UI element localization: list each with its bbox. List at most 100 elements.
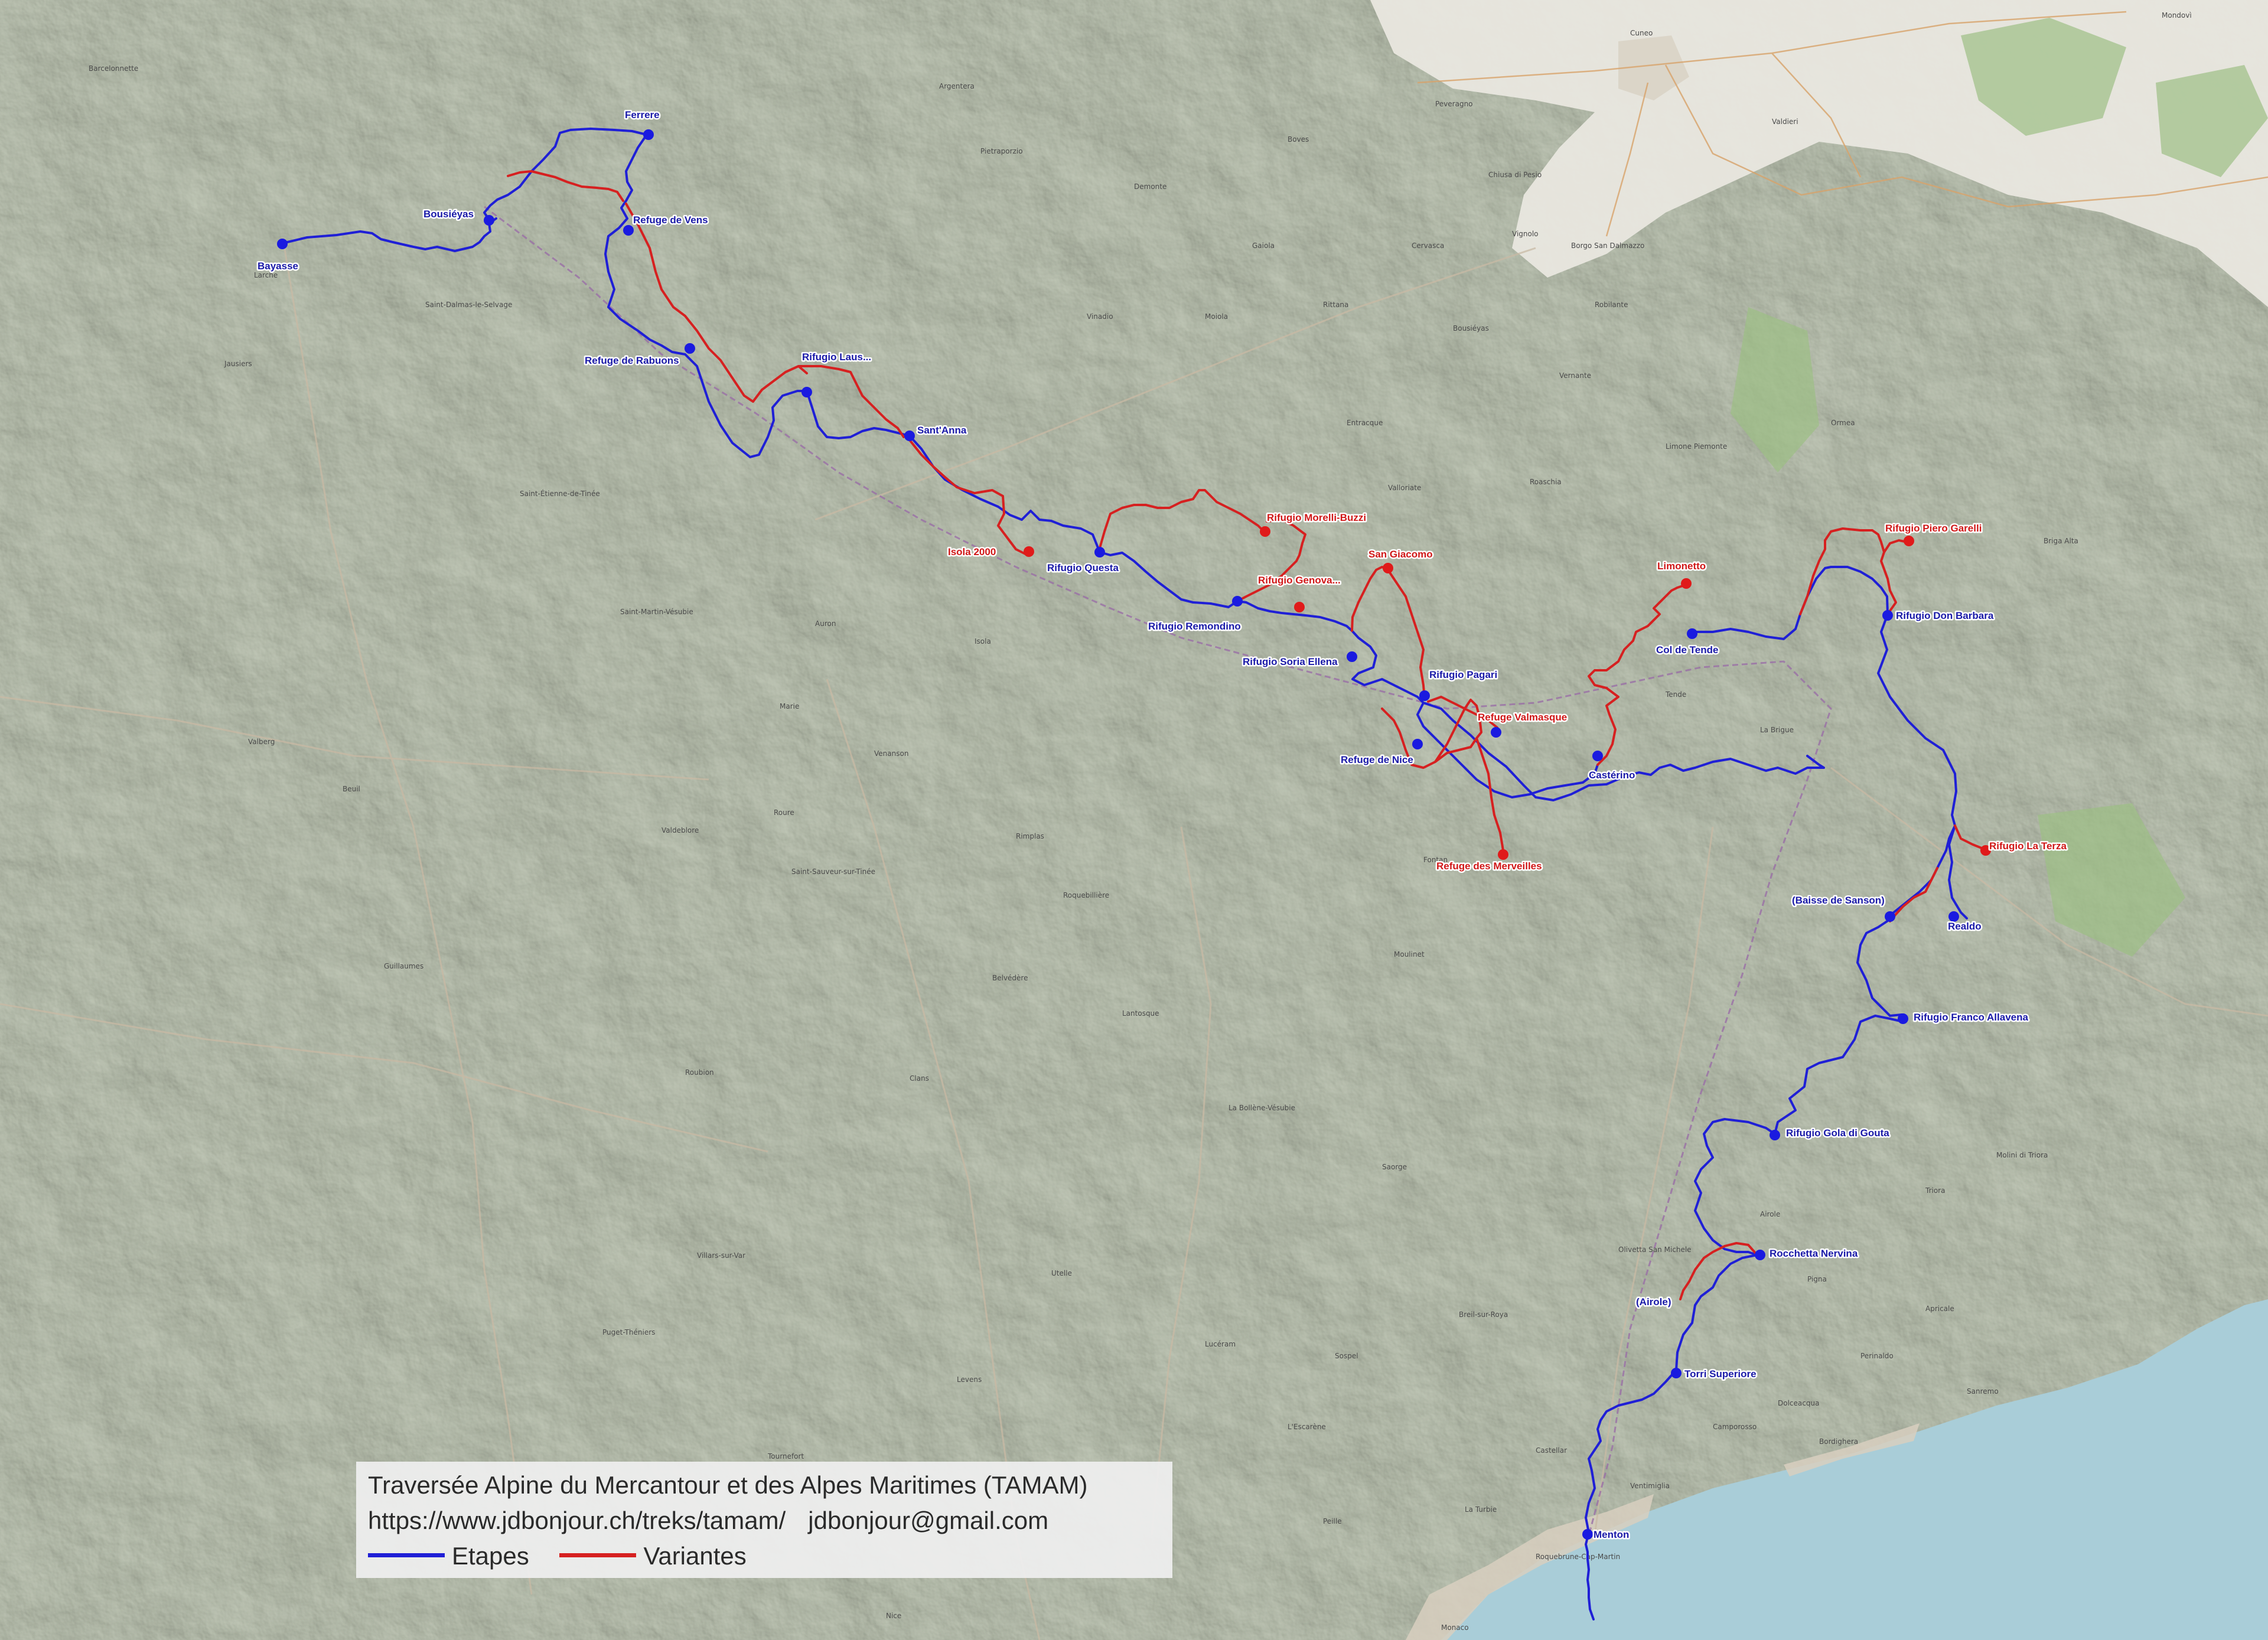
place-label: Roquebillière xyxy=(1063,891,1109,899)
marker-refuge-de-vens[interactable] xyxy=(623,225,634,236)
label-limonetto: Limonetto xyxy=(1657,560,1706,572)
place-label: Jausiers xyxy=(224,360,252,368)
place-label: Sospel xyxy=(1335,1352,1358,1360)
place-label: Castellar xyxy=(1536,1446,1567,1455)
place-label: Ventimiglia xyxy=(1630,1482,1670,1490)
marker-casterino[interactable] xyxy=(1592,751,1603,761)
place-label: Valdeblore xyxy=(662,826,699,834)
label-rocchetta-nervina: Rocchetta Nervina xyxy=(1770,1248,1858,1259)
marker-rifugio-soria-ellena[interactable] xyxy=(1347,651,1357,662)
place-label: Saint-Étienne-de-Tinée xyxy=(520,489,600,498)
legend-key-etapes: Etapes xyxy=(368,1538,529,1574)
label-airole: (Airole) xyxy=(1636,1296,1671,1308)
marker-rifugio-franco-allavena[interactable] xyxy=(1898,1013,1908,1024)
place-label: Gaiola xyxy=(1252,242,1275,250)
marker-rifugio-morelli-buzzi[interactable] xyxy=(1260,526,1270,537)
label-rifugio-genova: Rifugio Genova... xyxy=(1258,575,1341,586)
label-ferrere: Ferrere xyxy=(625,109,660,120)
label-realdo: Realdo xyxy=(1948,921,1982,932)
place-label: Puget-Théniers xyxy=(602,1328,655,1336)
place-label: Vinadio xyxy=(1087,312,1113,321)
place-label: Tournefort xyxy=(767,1452,804,1460)
place-label: Entracque xyxy=(1347,419,1383,427)
marker-isola-2000[interactable] xyxy=(1024,546,1034,557)
place-label: Vernante xyxy=(1559,371,1591,380)
marker-rifugio-piero-garelli[interactable] xyxy=(1904,536,1914,546)
place-label: Beuil xyxy=(343,785,360,793)
label-casterino: Castérino xyxy=(1589,770,1635,781)
marker-bousieyas[interactable] xyxy=(484,215,494,226)
marker-torri-superiore[interactable] xyxy=(1671,1368,1682,1378)
place-label: Airole xyxy=(1760,1210,1780,1218)
place-label: Argentera xyxy=(939,82,975,90)
place-label: Lantosque xyxy=(1122,1009,1159,1018)
place-label: Limone Piemonte xyxy=(1666,442,1727,451)
marker-rocchetta-nervina[interactable] xyxy=(1755,1250,1765,1260)
place-label: Barcelonnette xyxy=(89,64,138,73)
legend-title: Traversée Alpine du Mercantour et des Al… xyxy=(368,1471,1088,1499)
place-label: Auron xyxy=(815,620,836,628)
place-label: Villars-sur-Var xyxy=(697,1251,745,1260)
place-label: Boves xyxy=(1288,135,1309,144)
place-label: Roquebrune-Cap-Martin xyxy=(1536,1553,1620,1561)
place-label: Ormea xyxy=(1831,419,1855,427)
place-label: La Brigue xyxy=(1760,726,1794,734)
marker-refuge-de-nice[interactable] xyxy=(1412,739,1423,749)
marker-ferrere[interactable] xyxy=(643,129,654,140)
label-rifugio-don-barbara: Rifugio Don Barbara xyxy=(1896,610,1994,621)
place-label: Demonte xyxy=(1134,182,1166,191)
place-label: Moiola xyxy=(1205,312,1228,321)
place-label: Dolceacqua xyxy=(1778,1399,1819,1407)
topographic-map[interactable]: Barcelonnette Cuneo Borgo San Dalmazzo Mond… xyxy=(0,0,2268,1640)
marker-rifugio-don-barbara[interactable] xyxy=(1882,610,1893,621)
place-label: Mondovì xyxy=(2162,11,2192,19)
place-label: Utelle xyxy=(1051,1269,1072,1277)
marker-col-de-tende[interactable] xyxy=(1687,628,1697,639)
marker-bayasse[interactable] xyxy=(277,239,288,249)
marker-refuge-des-merveilles[interactable] xyxy=(1498,849,1508,860)
place-label: Venanson xyxy=(874,749,908,758)
place-label: Bousiéyas xyxy=(1453,324,1489,332)
place-label: Valdieri xyxy=(1772,118,1798,126)
marker-menton[interactable] xyxy=(1582,1529,1593,1540)
label-refuge-de-nice: Refuge de Nice xyxy=(1341,754,1413,765)
place-label: La Bollène-Vésubie xyxy=(1228,1104,1295,1112)
label-menton: Menton xyxy=(1594,1529,1629,1540)
place-label: Perinaldo xyxy=(1860,1352,1894,1360)
place-label: Pietraporzio xyxy=(980,147,1023,155)
place-label: Larche xyxy=(254,271,278,279)
place-label: Saorge xyxy=(1382,1163,1407,1171)
label-rifugio-la-terza: Rifugio La Terza xyxy=(1989,840,2067,852)
place-label: Monaco xyxy=(1441,1623,1469,1632)
place-label: Valloriate xyxy=(1388,484,1421,492)
marker-san-giacomo[interactable] xyxy=(1383,563,1393,573)
marker-rifugio-genova[interactable] xyxy=(1294,602,1305,612)
place-label: Saint-Martin-Vésubie xyxy=(620,608,693,616)
place-label: Molini di Triora xyxy=(1996,1151,2048,1159)
legend-url[interactable]: https://www.jdbonjour.ch/treks/tamam/ xyxy=(368,1507,786,1534)
label-refuge-valmasque: Refuge Valmasque xyxy=(1478,712,1567,723)
label-rifugio-soria-ellena: Rifugio Soria Ellena xyxy=(1243,656,1338,667)
label-isola-2000: Isola 2000 xyxy=(948,546,996,557)
marker-refuge-valmasque[interactable] xyxy=(1491,727,1501,738)
legend-etapes-label: Etapes xyxy=(452,1542,529,1570)
marker-rifugio-laus[interactable] xyxy=(801,387,812,397)
marker-rifugio-gola-di-gouta[interactable] xyxy=(1770,1130,1780,1140)
label-rifugio-questa: Rifugio Questa xyxy=(1047,562,1119,573)
marker-rifugio-pagari[interactable] xyxy=(1419,690,1430,701)
place-label: La Turbie xyxy=(1465,1505,1497,1514)
place-label: Roure xyxy=(774,808,794,817)
place-label: Saint-Sauveur-sur-Tinée xyxy=(791,868,875,876)
legend-email[interactable]: jdbonjour@gmail.com xyxy=(808,1507,1048,1534)
label-san-giacomo: San Giacomo xyxy=(1368,549,1433,560)
place-label: L'Escarène xyxy=(1288,1423,1326,1431)
place-label: Nice xyxy=(886,1612,901,1620)
marker-refuge-de-rabuons[interactable] xyxy=(685,343,695,354)
marker-sant-anna[interactable] xyxy=(904,431,915,441)
label-refuge-de-vens: Refuge de Vens xyxy=(633,214,708,226)
marker-baisse-de-sanson[interactable] xyxy=(1885,911,1895,922)
marker-rifugio-remondino[interactable] xyxy=(1232,596,1243,607)
marker-limonetto[interactable] xyxy=(1681,578,1692,589)
marker-rifugio-questa[interactable] xyxy=(1094,547,1105,557)
place-label: Cervasca xyxy=(1412,242,1444,250)
